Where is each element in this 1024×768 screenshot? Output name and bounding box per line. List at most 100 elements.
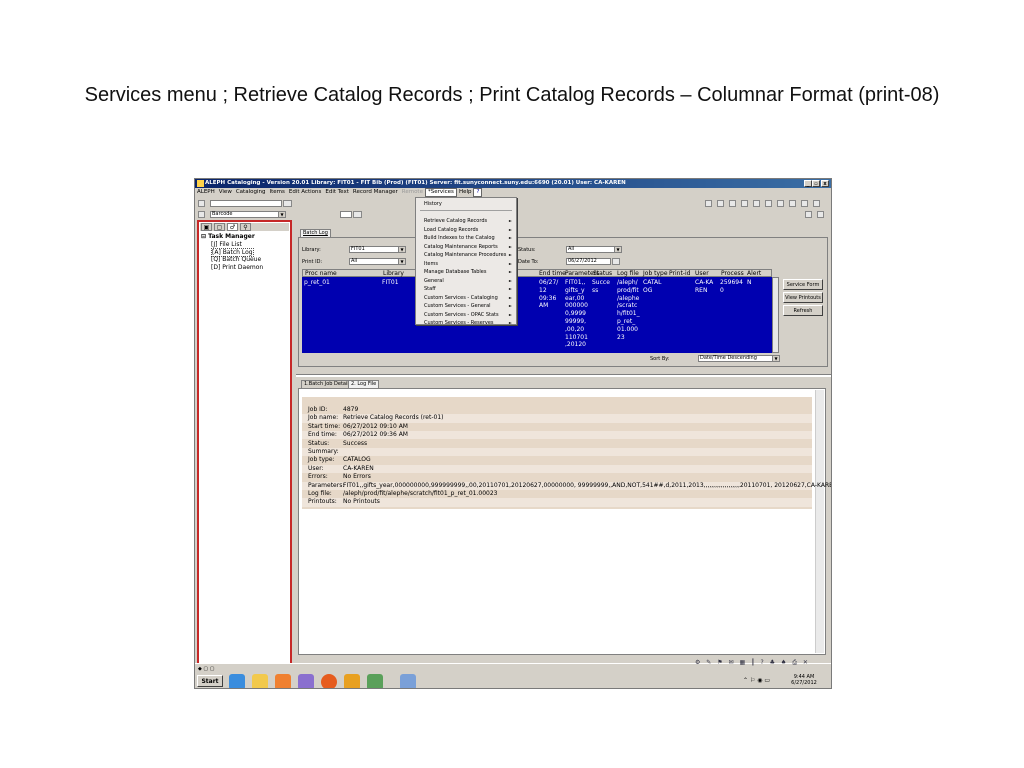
outlook-icon[interactable] [344, 674, 360, 688]
close-button[interactable]: x [821, 180, 829, 187]
tree-icon[interactable] [777, 200, 784, 207]
folder-icon[interactable] [252, 674, 268, 688]
services-menu-item[interactable]: Custom Services - General ► [416, 302, 516, 310]
menu-remote[interactable]: Remote [400, 188, 425, 197]
view-printouts-button[interactable]: View Printouts [783, 292, 823, 303]
menu-services[interactable]: *Services [424, 188, 457, 197]
printid-select[interactable]: All ▼ [349, 258, 406, 265]
tab-search-icon[interactable]: ⚲ [240, 223, 251, 231]
dateto-input[interactable]: 06/27/2012 [566, 258, 611, 265]
command-input[interactable] [210, 200, 282, 207]
link-icon[interactable] [753, 200, 760, 207]
services-menu-item[interactable]: Custom Services - Reserves ► [416, 319, 516, 327]
col-alert[interactable]: Alert [747, 270, 761, 277]
services-menu-item[interactable]: Retrieve Catalog Records ► [416, 217, 516, 225]
menu-record-manager[interactable]: Record Manager [351, 188, 400, 197]
library-select[interactable]: FIT01 ▼ [349, 246, 406, 253]
services-menu-item[interactable]: History [416, 200, 516, 208]
app-icon-2[interactable] [367, 674, 383, 688]
maximize-button[interactable]: ▫ [812, 180, 820, 187]
calendar-arrow-icon[interactable] [612, 258, 620, 265]
cell-process[interactable]: 259694 0 [720, 279, 743, 295]
batch-log-grid[interactable]: p_ret_01 FIT01 06/27/ 12 09:36 AM FIT01,… [302, 277, 772, 353]
save-record-icon[interactable] [789, 200, 796, 207]
grid-icon[interactable] [741, 200, 748, 207]
cell-end-time[interactable]: 06/27/ 12 09:36 AM [539, 279, 558, 310]
cell-alert[interactable]: N [747, 279, 752, 287]
tab-catalog-icon[interactable]: ▣ [201, 223, 212, 231]
aleph-app-icon[interactable] [298, 674, 314, 688]
tab-items-icon[interactable]: ▢ [214, 223, 225, 231]
services-menu-item[interactable]: Manage Database Tables ► [416, 268, 516, 276]
menu-edit-actions[interactable]: Edit Actions [287, 188, 324, 197]
refresh-button[interactable]: Refresh [783, 305, 823, 316]
col-process[interactable]: Process [721, 270, 744, 277]
ie-icon[interactable] [229, 674, 245, 688]
search-type-select[interactable]: Barcode ▼ [210, 211, 286, 218]
col-log-file[interactable]: Log file [617, 270, 639, 277]
services-menu-item[interactable]: Build Indexes to the Catalog ► [416, 234, 516, 242]
tab-log-file[interactable]: 2. Log File [348, 380, 380, 388]
check-icon[interactable] [765, 200, 772, 207]
col-end-time[interactable]: End time [539, 270, 566, 277]
col-user[interactable]: User [695, 270, 709, 277]
splitter[interactable] [296, 374, 831, 377]
help-icon[interactable] [801, 200, 808, 207]
refresh-icon[interactable] [817, 211, 824, 218]
col-library[interactable]: Library [383, 270, 404, 277]
menu-help-icon[interactable]: ? [473, 188, 483, 197]
record-icon[interactable] [705, 200, 712, 207]
sort-icon[interactable] [717, 200, 724, 207]
document-icon[interactable] [198, 211, 205, 218]
menu-help[interactable]: Help [457, 188, 474, 197]
marc-icon[interactable] [400, 674, 416, 688]
cell-proc-name[interactable]: p_ret_01 [304, 279, 330, 287]
start-button[interactable]: Start [197, 675, 223, 687]
col-print-id[interactable]: Print-id [669, 270, 690, 277]
minimize-button[interactable]: _ [804, 180, 812, 187]
service-form-button[interactable]: Service Form [783, 279, 823, 290]
tab-batch-job-details[interactable]: 1.Batch Job Details [301, 380, 355, 388]
menu-cataloging[interactable]: Cataloging [234, 188, 268, 197]
col-proc-name[interactable]: Proc name [305, 270, 337, 277]
save-icon[interactable] [198, 200, 205, 207]
services-menu-item[interactable]: Items ► [416, 260, 516, 268]
menu-aleph[interactable]: ALEPH [195, 188, 217, 197]
col-status[interactable]: Status [593, 270, 612, 277]
cell-job-type[interactable]: CATAL OG [643, 279, 661, 295]
services-menu-item[interactable]: Staff ► [416, 285, 516, 293]
tree-root[interactable]: ⊟ Task Manager [201, 233, 255, 240]
menu-edit-text[interactable]: Edit Text [323, 188, 351, 197]
menu-view[interactable]: View [217, 188, 234, 197]
search-go-icon[interactable] [353, 211, 362, 218]
media-icon[interactable] [275, 674, 291, 688]
cell-log-file[interactable]: /aleph/ prod/fit /alephe /scratc h/fit01… [617, 279, 640, 341]
services-menu-item[interactable]: Custom Services - OPAC Stats ► [416, 311, 516, 319]
details-scrollbar[interactable] [815, 390, 824, 653]
cell-parameters[interactable]: FIT01,, gifts_y ear,00 000000 0,9999 999… [565, 279, 588, 349]
services-menu-item[interactable]: Custom Services - Cataloging ► [416, 294, 516, 302]
tree-item-print-daemon[interactable]: [D] Print Daemon [211, 264, 263, 271]
navigate-icon[interactable] [805, 211, 812, 218]
services-menu-item[interactable]: Catalog Maintenance Procedures ► [416, 251, 516, 259]
status-select[interactable]: All ▼ [566, 246, 622, 253]
exit-icon[interactable] [813, 200, 820, 207]
tab-task-icon[interactable]: ♂ [227, 223, 238, 231]
cell-user[interactable]: CA-KA REN [695, 279, 713, 295]
menu-items[interactable]: Items [267, 188, 286, 197]
sort-select[interactable]: Date/Time Descending ▼ [698, 355, 780, 362]
firefox-icon[interactable] [321, 674, 337, 688]
services-menu-item[interactable]: Catalog Maintenance Reports ► [416, 243, 516, 251]
grid-scrollbar[interactable] [772, 277, 779, 353]
col-job-type[interactable]: Job type [643, 270, 668, 277]
tree-item-batch-queue[interactable]: [Q] Batch Queue [211, 256, 261, 263]
search-input[interactable] [340, 211, 352, 218]
tree-item-file-list[interactable]: [J] File List [211, 241, 242, 248]
cell-library[interactable]: FIT01 [382, 279, 399, 287]
list-icon[interactable] [729, 200, 736, 207]
cell-status[interactable]: Succe ss [592, 279, 610, 295]
tab-batch-log[interactable]: Batch Log [300, 229, 331, 237]
go-arrow-icon[interactable] [283, 200, 292, 207]
services-menu-item[interactable]: Load Catalog Records ► [416, 226, 516, 234]
services-menu-item[interactable]: General ► [416, 277, 516, 285]
